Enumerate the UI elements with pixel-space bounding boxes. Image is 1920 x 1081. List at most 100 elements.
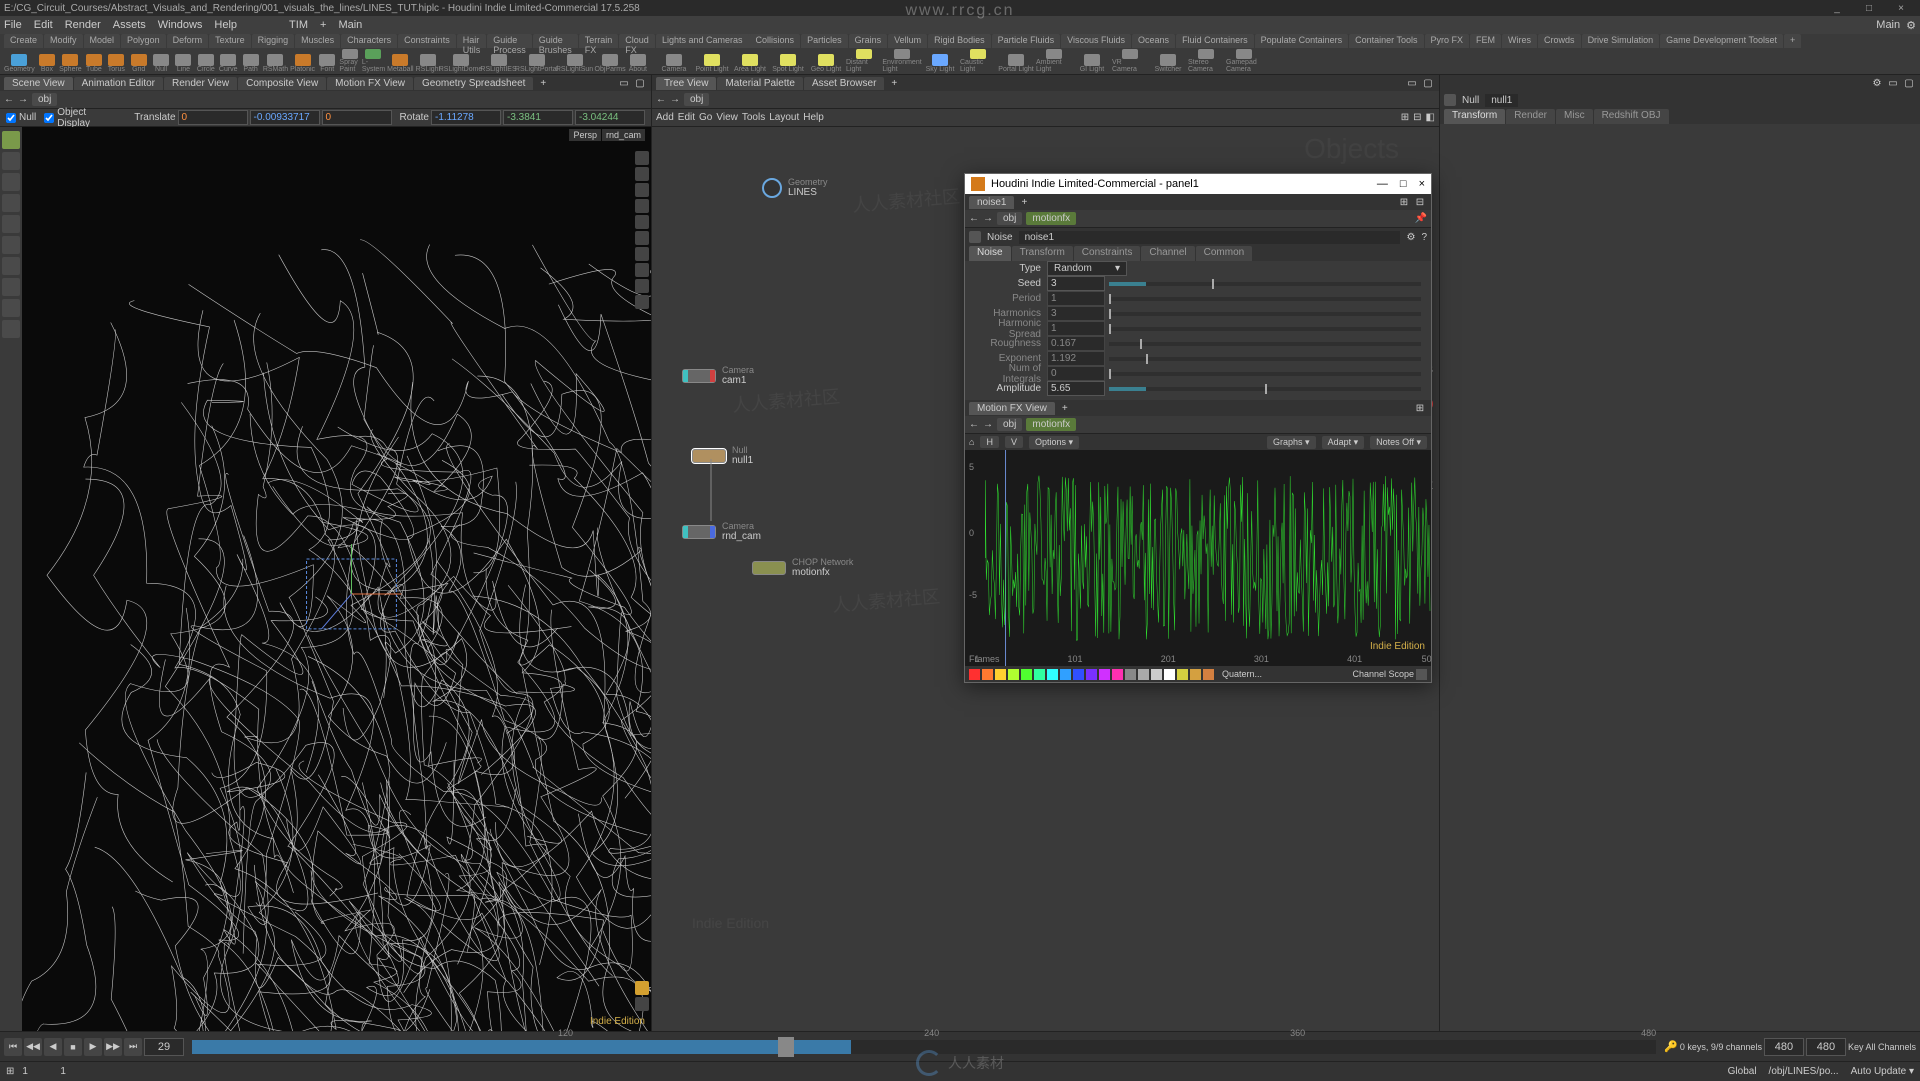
tab-mfx[interactable]: Motion FX View [969,402,1055,415]
tab-add[interactable]: + [885,77,903,90]
play-fwd[interactable]: ▶ [84,1038,102,1056]
shelf-tool-switcher[interactable]: Switcher [1150,49,1186,73]
ty-field[interactable]: -0.00933717 [250,110,320,125]
mfx-options[interactable]: Options ▾ [1029,436,1079,449]
tx-field[interactable]: 0 [178,110,248,125]
chk-objdisplay[interactable] [44,113,54,123]
color-swatch[interactable] [1125,669,1136,680]
first-frame[interactable]: ⏮ [4,1038,22,1056]
net-menu-layout[interactable]: Layout [769,112,799,123]
ptab-rsobj[interactable]: Redshift OBJ [1594,109,1669,124]
color-swatch[interactable] [1060,669,1071,680]
shelf-tab[interactable]: Vellum [888,34,927,48]
net-menu-tools[interactable]: Tools [742,112,765,123]
color-swatch[interactable] [1203,669,1214,680]
tab-mat-palette[interactable]: Material Palette [717,77,802,90]
type-dropdown[interactable]: Random▾ [1047,261,1127,276]
range-end[interactable]: 480 [1764,1038,1804,1056]
vp-icon[interactable] [635,183,649,197]
fwd-icon[interactable]: → [670,94,680,105]
view-cam[interactable]: rnd_cam [602,129,645,141]
window-max[interactable]: □ [1854,3,1884,14]
menu-render[interactable]: Render [65,19,101,31]
rz-field[interactable]: -3.04244 [575,110,645,125]
net-icon[interactable]: ⊞ [1401,112,1409,123]
shelf-tool-geo light[interactable]: Geo Light [808,49,844,73]
playhead[interactable] [778,1037,794,1057]
crumb-obj[interactable]: obj [32,93,57,106]
shelf-tool-gi light[interactable]: GI Light [1074,49,1110,73]
fwd-icon[interactable]: → [983,419,993,430]
pane-max-icon[interactable]: ▢ [633,78,647,89]
magnet-tool-icon[interactable] [2,257,20,275]
vp-icon[interactable] [635,199,649,213]
shelf-tab[interactable]: Characters [341,34,397,48]
color-swatch[interactable] [1073,669,1084,680]
net-menu-add[interactable]: Add [656,112,674,123]
vp-icon[interactable] [635,151,649,165]
color-swatch[interactable] [1086,669,1097,680]
auto-update[interactable]: Auto Update ▾ [1851,1066,1914,1077]
color-swatch[interactable] [1112,669,1123,680]
net-menu-view[interactable]: View [716,112,738,123]
shelf-tool-font[interactable]: Font [317,49,337,73]
shelf-tool-portal light[interactable]: Portal Light [998,49,1034,73]
menu-file[interactable]: File [4,19,22,31]
vp-icon[interactable] [635,295,649,309]
shelf-tab[interactable]: Guide Brushes [533,34,578,48]
crumb-obj[interactable]: obj [684,93,709,106]
shelf-tool-rslight[interactable]: RSLight [416,49,441,73]
last-frame[interactable]: ⏭ [124,1038,142,1056]
vp-icon[interactable] [635,263,649,277]
color-swatch[interactable] [1099,669,1110,680]
crumb-motionfx[interactable]: motionfx [1026,212,1076,225]
brush-tool-icon[interactable] [2,278,20,296]
pane-icon[interactable]: ▭ [1886,78,1900,89]
window-min[interactable]: _ [1822,3,1852,14]
tab-add[interactable]: + [1056,402,1074,415]
shelf-tab[interactable]: Particle Fluids [992,34,1061,48]
panel-icon[interactable]: ⊞ [1397,197,1411,208]
gear-icon[interactable]: ⚙ [1906,19,1916,32]
shelf-tab[interactable]: Game Development Toolset [1660,34,1783,48]
back-icon[interactable]: ← [969,419,979,430]
shelf-tool-line[interactable]: Line [173,49,193,73]
chk-null[interactable] [6,113,16,123]
rotate-tool-icon[interactable] [2,173,20,191]
tab-mfx-view[interactable]: Motion FX View [327,77,413,90]
mfx-graphs[interactable]: Graphs ▾ [1267,436,1316,449]
shelf-tool-rslightportal[interactable]: RSLightPortal [519,49,555,73]
home-icon[interactable]: ⌂ [969,437,974,447]
node-null1[interactable]: Nullnull1 [692,445,753,466]
tab-geo-spread[interactable]: Geometry Spreadsheet [414,77,533,90]
shelf-tab[interactable]: Rigging [252,34,295,48]
panel-close[interactable]: × [1419,178,1425,190]
shelf-tool-rsmath[interactable]: RSMath [263,49,288,73]
tab-render-view[interactable]: Render View [164,77,237,90]
global-dropdown[interactable]: Global [1728,1066,1757,1077]
pane-icon[interactable]: ⚙ [1870,78,1884,89]
ptab-transform[interactable]: Transform [1012,246,1073,261]
ptab-constraints[interactable]: Constraints [1074,246,1141,261]
panel-icon[interactable]: ⊞ [1413,403,1427,414]
shelf-tab[interactable]: Drive Simulation [1582,34,1660,48]
net-icon[interactable]: ◧ [1426,112,1435,123]
shelf-tab[interactable]: Fluid Containers [1176,34,1254,48]
shelf-tab[interactable]: Rigid Bodies [928,34,991,48]
tab-composite[interactable]: Composite View [238,77,326,90]
color-swatch[interactable] [1151,669,1162,680]
shelf-tab[interactable]: Guide Process [487,34,532,48]
range-end2[interactable]: 480 [1806,1038,1846,1056]
net-menu-edit[interactable]: Edit [678,112,695,123]
shelf-tab[interactable]: Model [84,34,121,48]
gear-icon[interactable]: ⚙ [1406,232,1415,243]
color-swatch[interactable] [1021,669,1032,680]
shelf-tool-stereo camera[interactable]: Stereo Camera [1188,49,1224,73]
shelf-tool-box[interactable]: Box [37,49,57,73]
net-icon[interactable]: ⊟ [1413,112,1421,123]
ptab-render[interactable]: Render [1506,109,1555,124]
color-swatch[interactable] [1177,669,1188,680]
mfx-adapt[interactable]: Adapt ▾ [1322,436,1365,449]
ptab-misc[interactable]: Misc [1556,109,1593,124]
shelf-tool-sphere[interactable]: Sphere [59,49,82,73]
